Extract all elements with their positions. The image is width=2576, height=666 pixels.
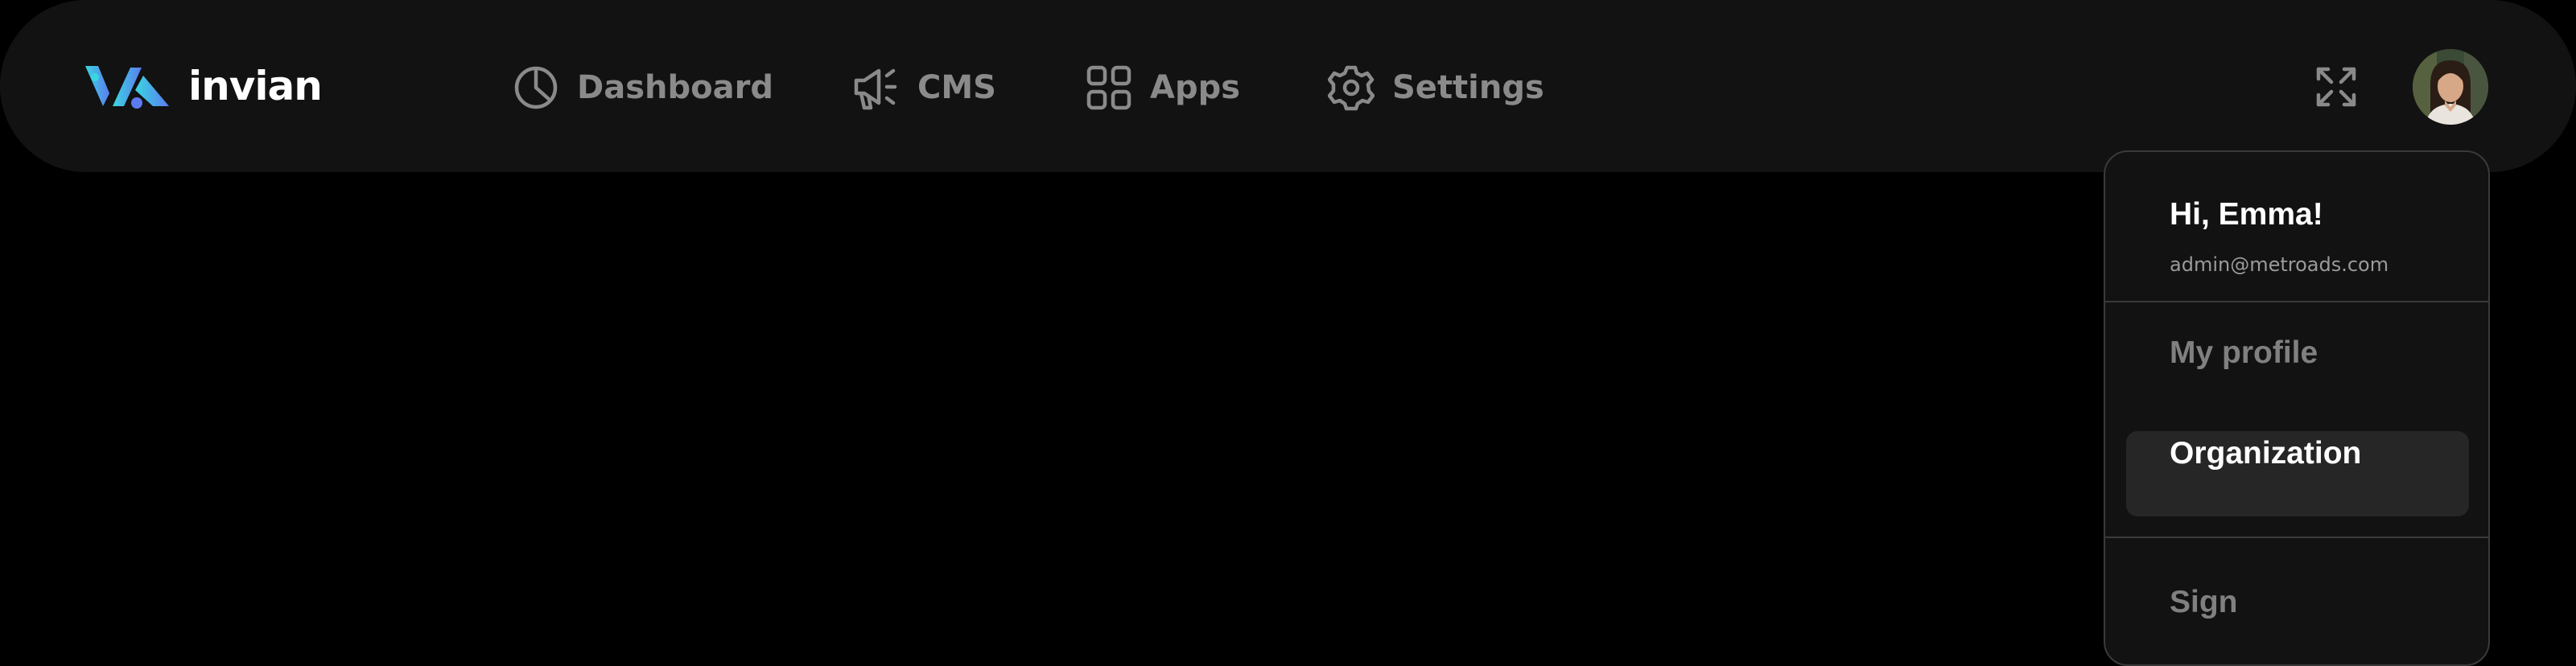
brand-logo[interactable]: invian [84, 60, 323, 113]
invian-logo-icon [85, 66, 169, 109]
apps-grid-icon [1086, 65, 1131, 110]
menu-divider [2105, 536, 2488, 538]
gear-icon [1328, 65, 1375, 111]
nav-item-label: Dashboard [577, 69, 773, 106]
user-email: admin@metroads.com [2170, 253, 2389, 276]
menu-divider [2105, 301, 2488, 302]
brand-name: invian [188, 63, 323, 109]
nav-item-dashboard[interactable]: Dashboard [513, 63, 773, 113]
nav-item-label: Settings [1392, 69, 1544, 106]
nav-item-label: Apps [1150, 69, 1241, 106]
avatar-photo [2413, 49, 2488, 125]
megaphone-icon [854, 68, 897, 110]
menu-item-sign-out[interactable]: Sign [2126, 580, 2469, 665]
user-dropdown-menu: Hi, Emma! admin@metroads.com My profile … [2104, 150, 2490, 666]
nav-item-settings[interactable]: Settings [1328, 63, 1544, 113]
expand-icon [2316, 67, 2356, 107]
user-greeting: Hi, Emma! [2170, 197, 2323, 232]
nav-item-label: CMS [917, 69, 996, 106]
menu-item-my-profile[interactable]: My profile [2126, 331, 2469, 416]
user-avatar[interactable] [2413, 49, 2488, 125]
pie-chart-icon [514, 66, 558, 109]
nav-item-cms[interactable]: CMS [851, 63, 996, 113]
menu-item-organization[interactable]: Organization [2126, 431, 2469, 516]
top-navigation-bar: invian Dashboard CMS Apps Settings [0, 0, 2576, 172]
fullscreen-button[interactable] [2315, 66, 2357, 108]
nav-item-apps[interactable]: Apps [1086, 63, 1240, 113]
